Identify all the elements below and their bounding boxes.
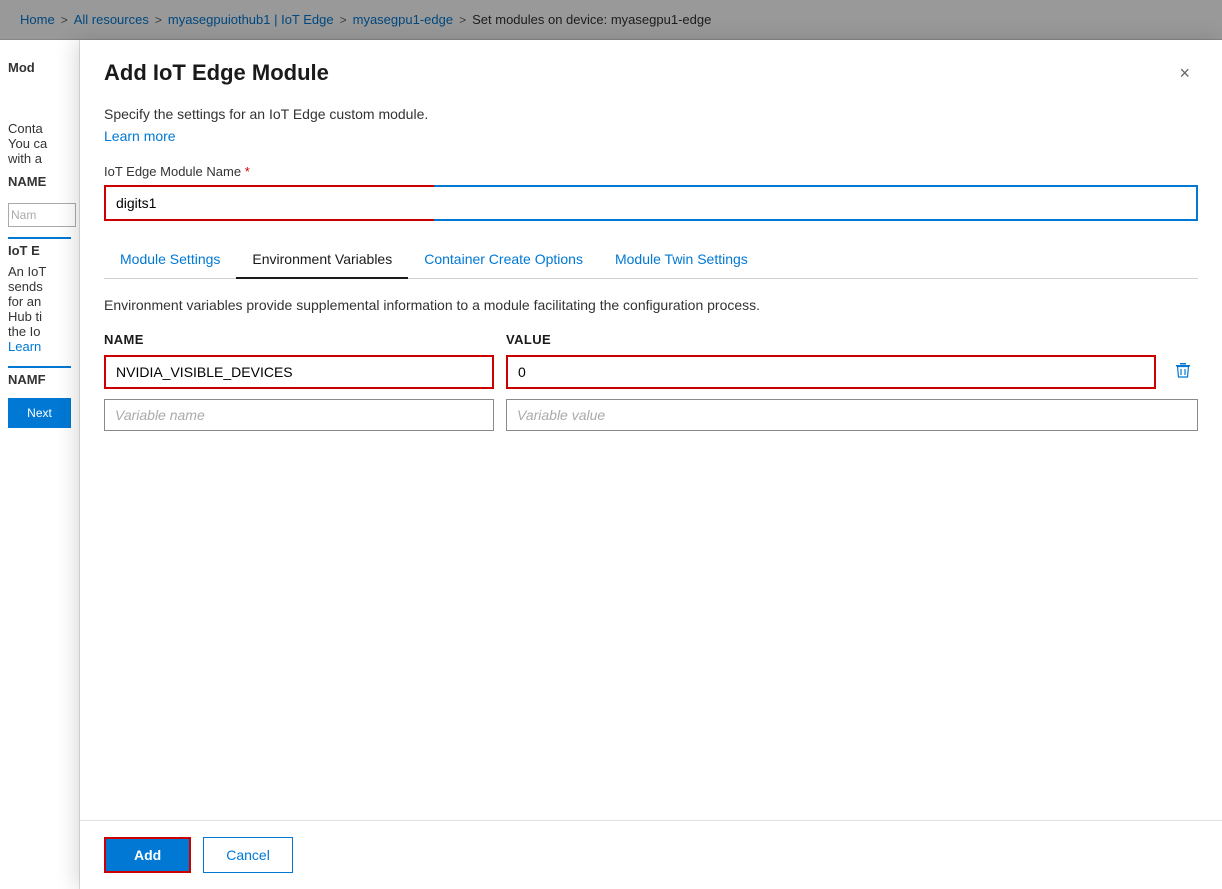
tab-container-create-options[interactable]: Container Create Options [408, 241, 599, 279]
left-strip-iot3: for an [8, 294, 71, 309]
env-column-headers: NAME VALUE [104, 332, 1198, 347]
left-strip-namef-label: NAMF [8, 372, 71, 387]
env-value-input-2[interactable] [506, 399, 1198, 431]
modal-title: Add IoT Edge Module [104, 60, 329, 86]
env-row-1 [104, 355, 1198, 389]
left-strip-iot5: the Io [8, 324, 71, 339]
env-description: Environment variables provide supplement… [104, 295, 1198, 316]
left-strip-iot4: Hub ti [8, 309, 71, 324]
left-strip-input-placeholder: Nam [11, 208, 36, 222]
left-strip-witha: with a [8, 151, 71, 166]
env-value-field-1 [506, 355, 1156, 389]
module-name-input[interactable] [106, 187, 432, 219]
left-strip-iot1: An IoT [8, 264, 71, 279]
env-delete-button-1[interactable] [1168, 357, 1198, 388]
env-name-input-2[interactable] [104, 399, 494, 431]
left-strip-mod: Mod [8, 60, 71, 75]
cancel-button[interactable]: Cancel [203, 837, 293, 873]
module-name-right-input[interactable] [432, 187, 1196, 219]
left-background-strip: Mod Conta You ca with a NAME Nam IoT E A… [0, 40, 80, 889]
left-strip-iot-label: IoT E [8, 243, 71, 258]
left-strip-learn[interactable]: Learn [8, 339, 71, 354]
left-strip-youca: You ca [8, 136, 71, 151]
env-name-input-1[interactable] [104, 355, 494, 389]
required-star: * [245, 164, 250, 179]
add-button[interactable]: Add [104, 837, 191, 873]
module-name-row [104, 185, 1198, 221]
tabs-row: Module Settings Environment Variables Co… [104, 241, 1198, 279]
modal-header: Add IoT Edge Module × [80, 40, 1222, 98]
left-strip-conta: Conta [8, 121, 71, 136]
env-name-field-2 [104, 399, 494, 431]
left-strip-iot2: sends [8, 279, 71, 294]
modal-footer: Add Cancel [80, 820, 1222, 889]
env-value-col-header: VALUE [506, 332, 1198, 347]
delete-icon-1 [1174, 363, 1192, 383]
env-value-field-2 [506, 399, 1198, 431]
left-strip-name-label: NAME [8, 174, 71, 189]
add-module-modal: Add IoT Edge Module × Specify the settin… [80, 40, 1222, 889]
env-name-field-1 [104, 355, 494, 389]
module-name-left-section [104, 185, 434, 221]
learn-more-link[interactable]: Learn more [104, 128, 176, 144]
tab-environment-variables[interactable]: Environment Variables [236, 241, 408, 279]
env-row-2 [104, 399, 1198, 431]
modal-close-button[interactable]: × [1171, 60, 1198, 86]
tab-module-twin-settings[interactable]: Module Twin Settings [599, 241, 764, 279]
module-name-label: IoT Edge Module Name * [104, 164, 1198, 179]
modal-description: Specify the settings for an IoT Edge cus… [104, 106, 1198, 122]
env-value-input-1[interactable] [506, 355, 1156, 389]
env-name-col-header: NAME [104, 332, 494, 347]
module-name-right-section [432, 187, 1196, 219]
tab-module-settings[interactable]: Module Settings [104, 241, 236, 279]
modal-body: Specify the settings for an IoT Edge cus… [80, 98, 1222, 820]
